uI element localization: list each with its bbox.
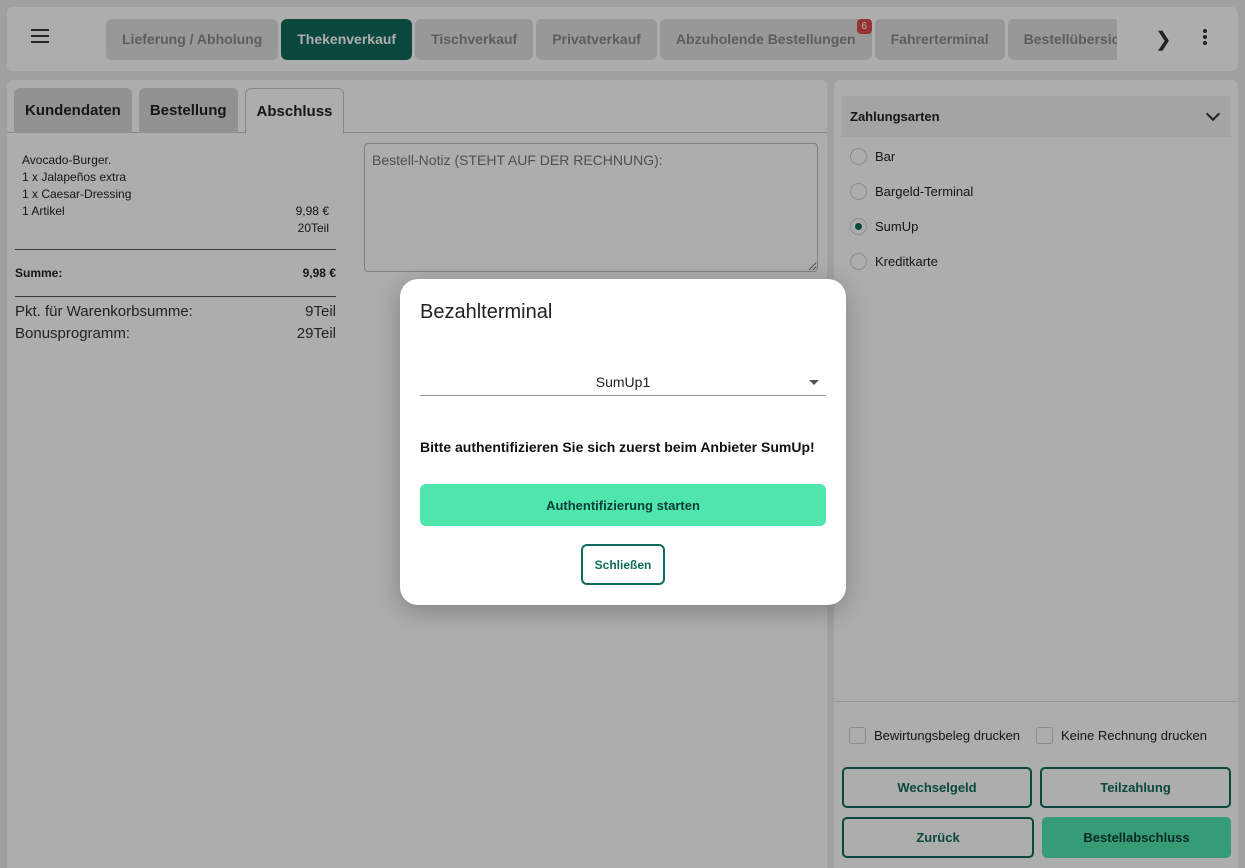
payment-terminal-dialog: Bezahlterminal SumUp1 Bitte authentifizi… xyxy=(400,279,846,605)
terminal-select-value: SumUp1 xyxy=(595,374,651,390)
dialog-title: Bezahlterminal xyxy=(420,301,553,323)
close-button[interactable]: Schließen xyxy=(581,544,665,585)
terminal-select[interactable]: SumUp1 xyxy=(420,371,826,396)
auth-message: Bitte authentifizieren Sie sich zuerst b… xyxy=(420,439,815,455)
dropdown-arrow-icon[interactable] xyxy=(809,380,819,385)
start-auth-button[interactable]: Authentifizierung starten xyxy=(420,484,826,526)
